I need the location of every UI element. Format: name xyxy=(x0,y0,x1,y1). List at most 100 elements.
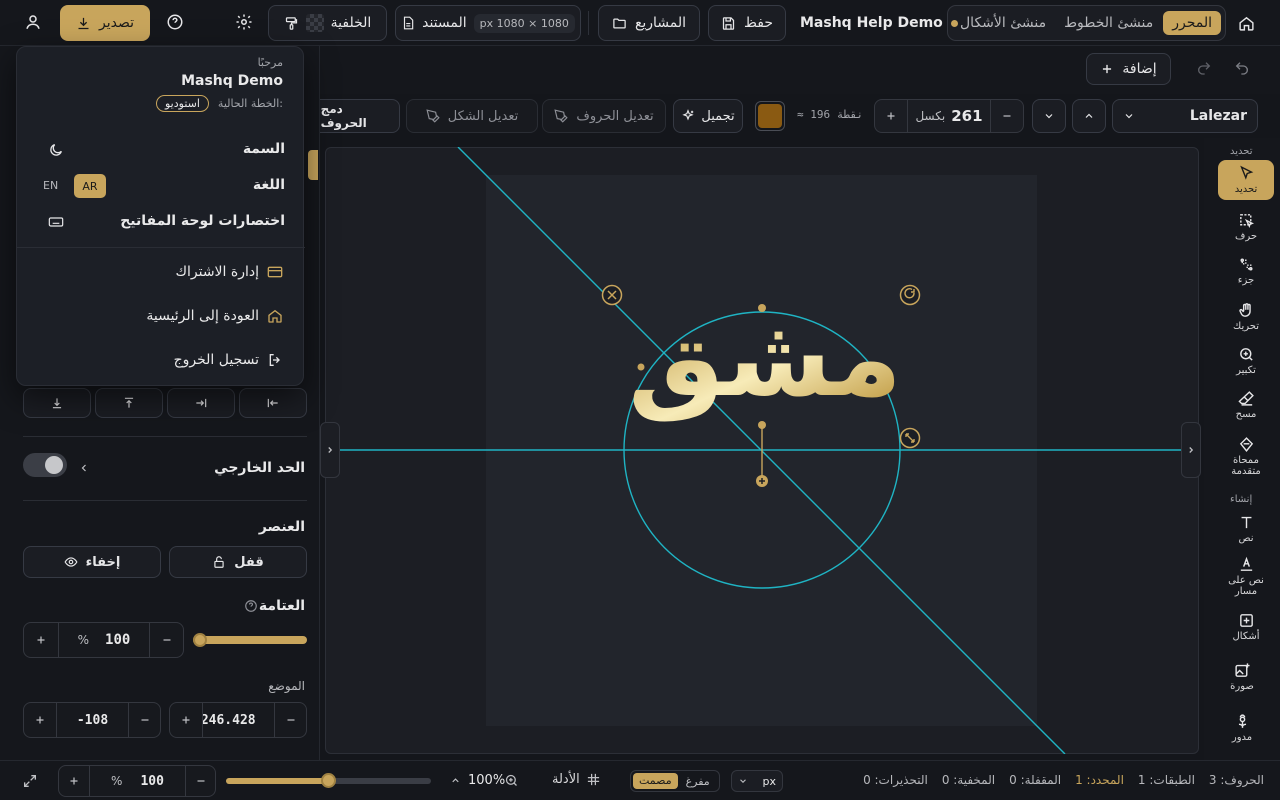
chevron-up-icon[interactable] xyxy=(450,775,462,787)
user-icon[interactable] xyxy=(24,13,44,33)
size-increase-button[interactable] xyxy=(875,100,907,132)
tool-move[interactable]: تحريك xyxy=(1218,302,1274,333)
pos-y-increase-button[interactable] xyxy=(24,703,56,737)
opacity-decrease-button[interactable] xyxy=(149,623,183,657)
add-button[interactable]: إضافة xyxy=(1086,53,1171,85)
eraser-icon xyxy=(1237,391,1254,406)
cursor-icon xyxy=(1239,165,1253,180)
position-x-input[interactable]: -246.428 xyxy=(202,703,274,737)
pos-x-decrease-button[interactable] xyxy=(274,703,306,737)
menu-subscription[interactable]: إدارة الاشتراك xyxy=(175,257,283,287)
menu-logout[interactable]: تسجيل الخروج xyxy=(174,345,283,375)
menu-theme[interactable]: السمة xyxy=(17,133,305,167)
collapse-right-panel-button[interactable] xyxy=(1181,422,1201,478)
mode-hollow[interactable]: مفرغ xyxy=(682,775,714,788)
tool-advanced-eraser[interactable]: ممحاة متقدمة xyxy=(1218,436,1274,477)
tool-zoom[interactable]: تكبير xyxy=(1218,346,1274,377)
font-next-button[interactable] xyxy=(1032,99,1066,133)
help-icon[interactable] xyxy=(166,13,186,33)
font-select[interactable]: Lalezar xyxy=(1112,99,1258,133)
zoom-in-button[interactable] xyxy=(59,766,89,796)
pos-x-increase-button[interactable] xyxy=(170,703,202,737)
delete-handle-icon[interactable] xyxy=(601,284,623,306)
opacity-increase-button[interactable] xyxy=(24,623,58,657)
minus-icon xyxy=(1003,115,1011,117)
collapse-left-panel-button[interactable] xyxy=(320,422,340,478)
tool-image[interactable]: صورة xyxy=(1214,662,1270,693)
tool-letter-label: حرف xyxy=(1234,231,1258,242)
font-prev-button[interactable] xyxy=(1072,99,1106,133)
zoom-fit-icon[interactable] xyxy=(504,773,520,789)
zoom-slider-thumb[interactable] xyxy=(321,773,336,788)
help-icon[interactable] xyxy=(244,599,259,614)
home-icon[interactable] xyxy=(1234,12,1258,34)
tab-shape-builder[interactable]: منشئ الأشكال xyxy=(952,15,1054,31)
artwork-text[interactable]: مشق xyxy=(628,296,902,422)
tool-rotated-label: مدور xyxy=(1231,732,1253,743)
pos-y-decrease-button[interactable] xyxy=(128,703,160,737)
zoom-input[interactable]: % 100 xyxy=(89,766,185,796)
sparkles-icon xyxy=(682,109,694,121)
lang-ar-option[interactable]: AR xyxy=(74,174,106,198)
edit-shape-button[interactable]: تعديل الشكل xyxy=(406,99,538,133)
tool-rotated[interactable]: مدور xyxy=(1214,713,1270,744)
tool-text[interactable]: نص xyxy=(1218,514,1274,545)
lock-button[interactable]: قفل xyxy=(169,546,307,578)
text-color-swatch[interactable] xyxy=(755,101,785,131)
add-point-icon[interactable] xyxy=(756,475,768,487)
chevron-down-icon xyxy=(740,779,746,784)
menu-back-home[interactable]: العودة إلى الرئيسية xyxy=(146,301,283,331)
pivot-handle[interactable] xyxy=(758,421,766,429)
top-handle[interactable] xyxy=(758,304,766,312)
redo-icon[interactable] xyxy=(1196,60,1216,80)
position-y-input[interactable]: -108 xyxy=(56,703,128,737)
zoom-out-button[interactable] xyxy=(185,766,215,796)
scale-handle-icon[interactable] xyxy=(899,427,921,449)
menu-shortcuts[interactable]: اختصارات لوحة المفاتيح xyxy=(17,205,305,239)
undo-icon[interactable] xyxy=(1234,60,1254,80)
zoom-slider[interactable] xyxy=(226,773,431,788)
opacity-slider-thumb[interactable] xyxy=(193,633,207,647)
tool-shapes[interactable]: أشكال xyxy=(1218,612,1274,643)
size-decrease-button[interactable] xyxy=(991,100,1023,132)
hide-button[interactable]: إخفاء xyxy=(23,546,161,578)
tab-font-builder[interactable]: منشئ الخطوط xyxy=(1058,15,1159,31)
opacity-input[interactable]: % 100 xyxy=(57,623,149,657)
hide-label: إخفاء xyxy=(85,554,121,570)
guides-toggle[interactable]: الأدلة xyxy=(552,772,601,787)
outline-toggle[interactable] xyxy=(23,453,67,477)
tool-erase[interactable]: مسح xyxy=(1218,390,1274,421)
align-right-button[interactable] xyxy=(239,388,307,418)
rotate-handle-icon[interactable] xyxy=(899,284,921,306)
projects-button[interactable]: المشاريع xyxy=(598,5,700,41)
left-handle[interactable] xyxy=(637,363,645,371)
tool-part[interactable]: جزء xyxy=(1218,256,1274,287)
gear-icon[interactable] xyxy=(235,13,255,33)
chevron-left-icon[interactable] xyxy=(78,462,90,474)
unit-select[interactable]: px xyxy=(731,770,783,792)
background-button[interactable]: الخلفية xyxy=(268,5,387,41)
font-size-field[interactable]: بكسل 261 xyxy=(907,100,991,132)
align-bottom-button[interactable] xyxy=(23,388,91,418)
letter-select-icon xyxy=(1239,214,1254,229)
menu-shortcuts-label: اختصارات لوحة المفاتيح xyxy=(120,213,285,229)
align-left-button[interactable] xyxy=(167,388,235,418)
tool-text-on-path[interactable]: نص على مسار xyxy=(1218,556,1274,597)
fullscreen-icon[interactable] xyxy=(22,773,40,791)
document-button[interactable]: المستند 1080 × 1080 px xyxy=(395,5,581,41)
tool-letter[interactable]: حرف xyxy=(1218,212,1274,243)
canvas-overlay: مشق xyxy=(340,147,1199,754)
edit-letters-button[interactable]: تعديل الحروف xyxy=(542,99,666,133)
lang-en-option[interactable]: EN xyxy=(43,179,58,192)
save-button[interactable]: حفظ xyxy=(708,5,786,41)
tool-select[interactable]: تحديد xyxy=(1218,160,1274,200)
align-top-button[interactable] xyxy=(95,388,163,418)
mode-solid[interactable]: مصمت xyxy=(633,773,678,789)
opacity-slider[interactable] xyxy=(193,633,307,647)
menu-subscription-label: إدارة الاشتراك xyxy=(175,264,259,280)
tab-editor[interactable]: المحرر xyxy=(1163,11,1221,35)
menu-back-home-label: العودة إلى الرئيسية xyxy=(146,308,259,324)
export-button[interactable]: تصدير xyxy=(60,5,150,41)
moon-icon xyxy=(50,144,62,156)
beautify-button[interactable]: تجميل xyxy=(673,99,743,133)
